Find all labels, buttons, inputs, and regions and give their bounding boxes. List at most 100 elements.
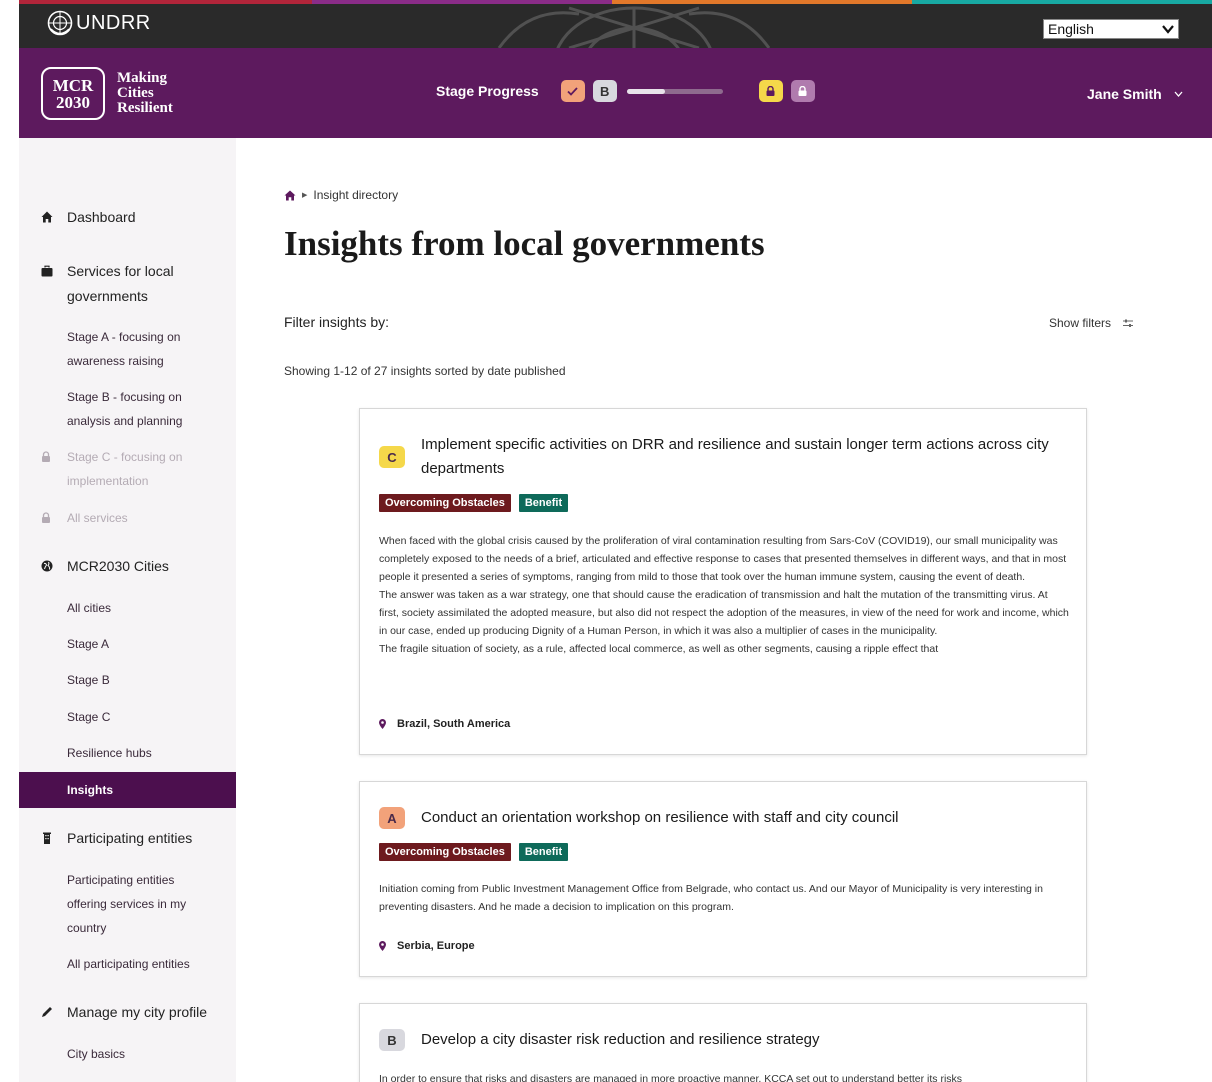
sidebar-item-stage-a[interactable]: Stage A - focusing on awareness raising — [19, 325, 199, 373]
breadcrumb: ▶ Insight directory — [284, 188, 398, 202]
card-paragraph: When faced with the global crisis caused… — [379, 535, 1067, 583]
logo-line1: MCR — [52, 75, 94, 95]
sidebar-item-all-participating[interactable]: All participating entities — [19, 952, 236, 976]
breadcrumb-separator-icon: ▶ — [302, 192, 308, 199]
card-location-text: Brazil, South America — [397, 718, 511, 730]
card-body: In order to ensure that risks and disast… — [379, 1070, 1069, 1082]
lock-icon — [798, 86, 807, 96]
card-location-text: Serbia, Europe — [397, 940, 475, 952]
user-name: Jane Smith — [1087, 86, 1162, 102]
language-select[interactable]: English — [1043, 19, 1179, 39]
mcr-logo-box: MCR 2030 — [41, 67, 105, 120]
insight-card[interactable]: A Conduct an orientation workshop on res… — [359, 781, 1087, 977]
map-pin-icon — [379, 719, 386, 729]
tag-obstacle: Overcoming Obstacles — [379, 843, 511, 861]
stage-progress-bar — [626, 88, 723, 94]
un-emblem-watermark — [497, 6, 771, 48]
stage-progress: Stage Progress B — [436, 80, 823, 102]
sidebar-nav: Dashboard Services for local governments… — [19, 138, 236, 1082]
stripe-red — [19, 0, 312, 4]
sidebar-label-services: Services for local governments — [67, 263, 174, 304]
sidebar-item-cities[interactable]: MCR2030 Cities — [19, 554, 236, 579]
sidebar-item-cities-stage-c[interactable]: Stage C — [19, 705, 236, 729]
card-title[interactable]: Conduct an orientation workshop on resil… — [421, 806, 1061, 830]
insight-card[interactable]: B Develop a city disaster risk reduction… — [359, 1003, 1087, 1082]
tag-obstacle: Overcoming Obstacles — [379, 494, 511, 512]
card-header: A Conduct an orientation workshop on res… — [379, 806, 1061, 830]
stripe-teal — [912, 0, 1212, 4]
stripe-orange — [612, 0, 912, 4]
sidebar-label-all-services: All services — [67, 511, 128, 525]
sidebar-item-all-cities[interactable]: All cities — [19, 596, 236, 620]
tag-benefit: Benefit — [518, 843, 569, 861]
card-location: Serbia, Europe — [379, 940, 475, 952]
sliders-icon — [1123, 319, 1134, 327]
card-header: B Develop a city disaster risk reduction… — [379, 1028, 1061, 1052]
mcr2030-logo[interactable]: MCR 2030 Making Cities Resilient — [41, 67, 173, 120]
lock-icon — [42, 512, 50, 523]
sidebar-label-dashboard: Dashboard — [67, 209, 136, 225]
map-pin-icon — [379, 941, 386, 951]
breadcrumb-current[interactable]: Insight directory — [313, 188, 398, 202]
card-title[interactable]: Implement specific activities on DRR and… — [421, 433, 1061, 481]
lock-icon — [766, 86, 775, 96]
home-icon — [41, 211, 53, 223]
sidebar-item-cities-stage-a[interactable]: Stage A — [19, 632, 236, 656]
stage-a-badge[interactable] — [560, 80, 585, 102]
logo-tagline: Making Cities Resilient — [117, 71, 173, 116]
sidebar-item-manage-profile[interactable]: Manage my city profile — [19, 1000, 236, 1025]
chevron-down-icon — [1162, 25, 1174, 34]
card-paragraph: Initiation coming from Public Investment… — [379, 883, 1043, 913]
globe-icon — [41, 560, 53, 572]
sidebar-item-all-services: All services — [19, 506, 236, 530]
sidebar-item-stage-c: Stage C - focusing on implementation — [19, 445, 219, 493]
stage-progress-fill — [626, 88, 666, 94]
stage-badge: B — [379, 1029, 405, 1051]
card-body: Initiation coming from Public Investment… — [379, 880, 1069, 916]
sidebar-label-manage-profile: Manage my city profile — [67, 1004, 208, 1020]
sidebar-item-insights[interactable]: Insights — [19, 772, 236, 808]
sidebar-item-participating[interactable]: Participating entities — [19, 826, 236, 851]
card-title[interactable]: Develop a city disaster risk reduction a… — [421, 1028, 1061, 1052]
sidebar-label-stage-c: Stage C - focusing on implementation — [67, 450, 183, 488]
result-count: Showing 1-12 of 27 insights sorted by da… — [284, 364, 566, 378]
user-menu[interactable]: Jane Smith — [1087, 86, 1183, 102]
tagline-2: Cities — [117, 85, 154, 101]
card-tags: Overcoming Obstacles Benefit — [379, 843, 576, 861]
card-header: C Implement specific activities on DRR a… — [379, 433, 1061, 481]
chevron-down-icon — [1174, 91, 1183, 97]
top-bar: UNDRR English — [19, 0, 1212, 48]
stage-c-badge[interactable] — [758, 80, 783, 102]
card-body: When faced with the global crisis caused… — [379, 532, 1069, 658]
building-icon — [43, 832, 51, 844]
card-paragraph: In order to ensure that risks and disast… — [379, 1073, 963, 1082]
stage-badge: A — [379, 807, 405, 829]
language-value: English — [1048, 21, 1094, 37]
sidebar-item-cities-stage-b[interactable]: Stage B — [19, 668, 236, 692]
tag-benefit: Benefit — [518, 494, 569, 512]
sidebar-item-stage-b[interactable]: Stage B - focusing on analysis and plann… — [19, 385, 199, 433]
insight-card[interactable]: C Implement specific activities on DRR a… — [359, 408, 1087, 755]
sidebar-item-resilience-hubs[interactable]: Resilience hubs — [19, 741, 236, 765]
home-icon[interactable] — [284, 190, 296, 201]
stage-progress-label: Stage Progress — [436, 83, 539, 99]
pencil-icon — [42, 1007, 52, 1017]
sidebar-item-dashboard[interactable]: Dashboard — [19, 205, 236, 230]
sidebar-label-cities: MCR2030 Cities — [67, 558, 169, 574]
card-paragraph: The fragile situation of society, as a r… — [379, 643, 939, 655]
show-filters-button[interactable]: Show filters — [1049, 316, 1134, 330]
lock-icon — [42, 451, 50, 462]
un-emblem-icon — [47, 10, 73, 36]
site-header: MCR 2030 Making Cities Resilient Stage P… — [19, 48, 1212, 138]
sidebar-item-participating-country[interactable]: Participating entities offering services… — [19, 868, 194, 940]
sidebar-item-services[interactable]: Services for local governments — [19, 259, 236, 309]
filter-label: Filter insights by: — [284, 314, 390, 330]
sidebar-item-city-basics[interactable]: City basics — [19, 1042, 236, 1066]
page-title: Insights from local governments — [284, 224, 765, 263]
tagline-3: Resilient — [117, 100, 173, 116]
card-paragraph: The answer was taken as a war strategy, … — [379, 589, 1069, 637]
stage-d-badge[interactable] — [790, 80, 815, 102]
undrr-logo[interactable]: UNDRR — [47, 10, 151, 36]
show-filters-label: Show filters — [1049, 316, 1112, 330]
stage-b-badge[interactable]: B — [592, 80, 617, 102]
